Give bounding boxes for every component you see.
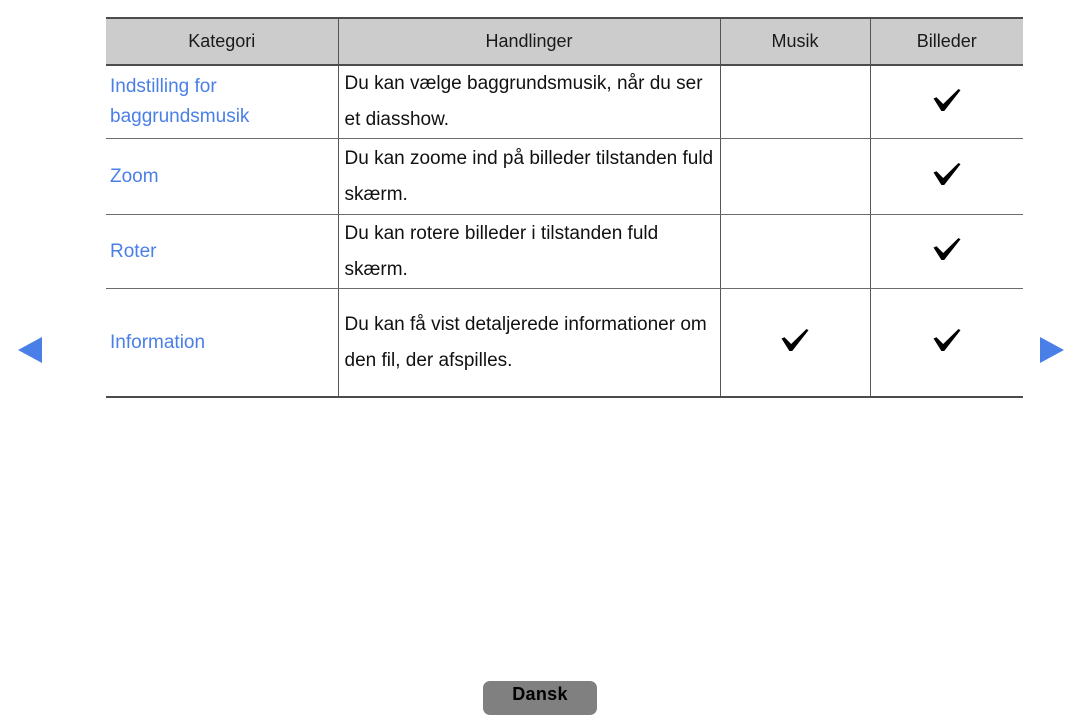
table-header-row: Kategori Handlinger Musik Billeder [106, 17, 1023, 66]
column-header-billeder: Billeder [869, 17, 1023, 66]
previous-page-arrow-icon[interactable] [18, 337, 42, 363]
table-row: Zoom Du kan zoome ind på billeder tilsta… [106, 138, 1023, 215]
cell-handlinger: Du kan zoome ind på billeder tilstanden … [337, 138, 720, 215]
cell-billeder [869, 138, 1023, 215]
check-icon [780, 327, 810, 353]
table-row: Roter Du kan rotere billeder i tilstande… [106, 214, 1023, 289]
check-icon [932, 236, 962, 262]
cell-handlinger: Du kan få vist detaljerede informationer… [337, 288, 720, 398]
manual-page: Kategori Handlinger Musik Billeder Indst… [0, 0, 1080, 715]
table-row: Information Du kan få vist detaljerede i… [106, 288, 1023, 398]
feature-table: Kategori Handlinger Musik Billeder Indst… [106, 17, 1023, 398]
check-icon [932, 327, 962, 353]
next-page-arrow-icon[interactable] [1040, 337, 1064, 363]
column-header-handlinger: Handlinger [337, 17, 720, 66]
table-header: Kategori Handlinger Musik Billeder [106, 17, 1023, 66]
check-icon [932, 87, 962, 113]
cell-musik [719, 288, 870, 398]
cell-handlinger: Du kan rotere billeder i tilstanden fuld… [337, 214, 720, 289]
cell-kategori: Zoom [106, 138, 338, 215]
cell-billeder [869, 214, 1023, 289]
column-header-kategori: Kategori [106, 17, 338, 66]
check-icon [932, 161, 962, 187]
cell-musik [719, 214, 870, 289]
cell-kategori: Information [106, 288, 338, 398]
table-body: Indstilling for baggrundsmusik Du kan væ… [106, 65, 1023, 398]
table-row: Indstilling for baggrundsmusik Du kan væ… [106, 65, 1023, 139]
cell-handlinger: Du kan vælge baggrundsmusik, når du ser … [337, 65, 720, 139]
cell-billeder [869, 288, 1023, 398]
language-button[interactable]: Dansk [483, 681, 597, 715]
cell-billeder [869, 65, 1023, 139]
cell-musik [719, 138, 870, 215]
column-header-musik: Musik [719, 17, 870, 66]
cell-kategori: Roter [106, 214, 338, 289]
cell-musik [719, 65, 870, 139]
cell-kategori: Indstilling for baggrundsmusik [106, 65, 338, 139]
